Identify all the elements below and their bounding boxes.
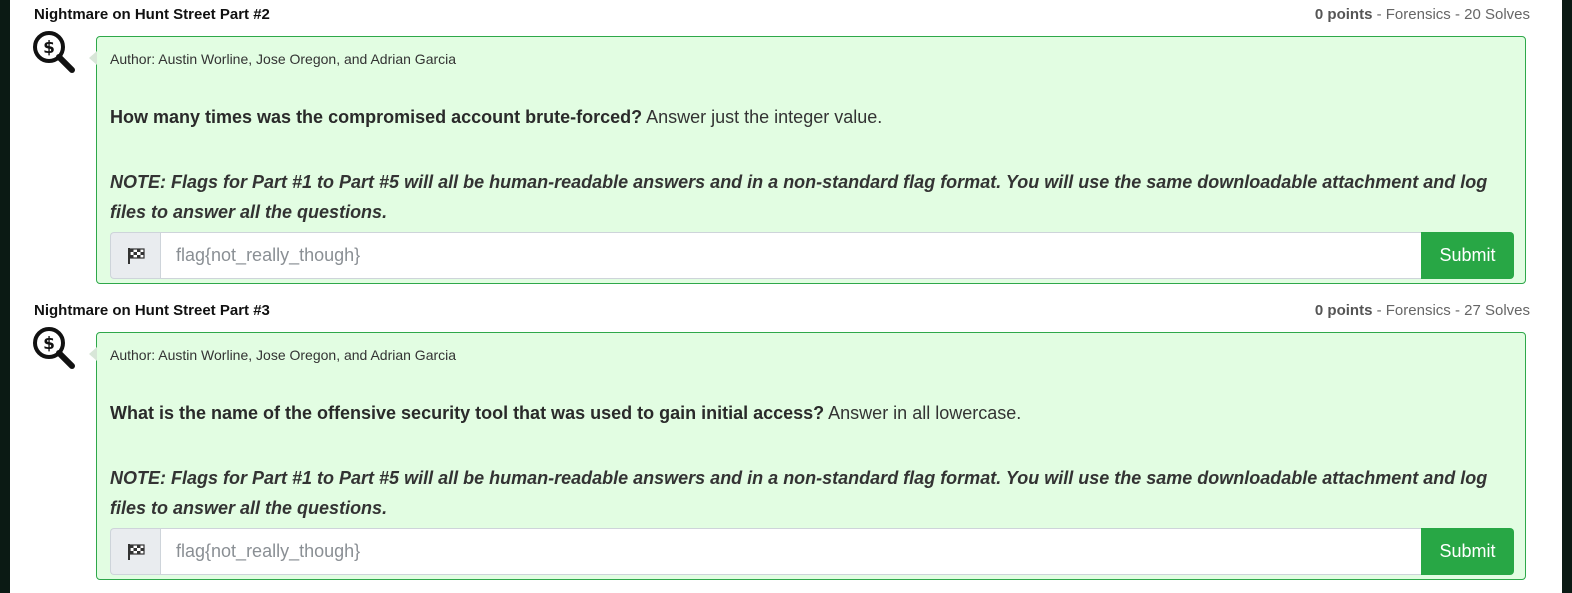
challenge-meta: 0 points - Forensics - 27 Solves: [1315, 302, 1530, 319]
submit-button[interactable]: Submit: [1421, 232, 1514, 279]
magnifier-dollar-icon: $: [32, 326, 76, 370]
challenge-question: What is the name of the offensive securi…: [110, 403, 1505, 424]
question-bold-text: How many times was the compromised accou…: [110, 107, 643, 127]
challenge-card: Author: Austin Worline, Jose Oregon, and…: [89, 332, 1526, 580]
challenge-list: Nightmare on Hunt Street Part #2 0 point…: [10, 0, 1562, 593]
flag-submit-form: Submit: [110, 232, 1515, 279]
flag-input[interactable]: [160, 232, 1422, 279]
challenge-meta: 0 points - Forensics - 20 Solves: [1315, 6, 1530, 23]
challenge-header: Nightmare on Hunt Street Part #3 0 point…: [34, 302, 1530, 324]
challenge-question: How many times was the compromised accou…: [110, 107, 1505, 128]
challenge-header: Nightmare on Hunt Street Part #2 0 point…: [34, 6, 1530, 28]
flag-submit-form: Submit: [110, 528, 1515, 575]
question-bold-text: What is the name of the offensive securi…: [110, 403, 825, 423]
challenge-note: NOTE: Flags for Part #1 to Part #5 will …: [110, 468, 1488, 518]
magnifier-dollar-icon: $: [32, 30, 76, 74]
challenge-card: Author: Austin Worline, Jose Oregon, and…: [89, 36, 1526, 284]
challenge-category-solves: - Forensics - 20 Solves: [1372, 6, 1530, 23]
challenge-author: Author: Austin Worline, Jose Oregon, and…: [110, 347, 457, 363]
checkered-flag-icon: [110, 528, 160, 575]
svg-text:$: $: [43, 334, 55, 354]
challenge-points: 0 points: [1314, 302, 1373, 319]
challenge-author: Author: Austin Worline, Jose Oregon, and…: [110, 51, 457, 67]
svg-text:$: $: [43, 38, 55, 58]
question-instruction: Answer just the integer value.: [642, 107, 883, 127]
challenge-category-solves: - Forensics - 27 Solves: [1372, 302, 1530, 319]
challenge-points: 0 points: [1314, 6, 1373, 23]
question-instruction: Answer in all lowercase.: [824, 403, 1022, 423]
checkered-flag-icon: [110, 232, 160, 279]
challenge-title[interactable]: Nightmare on Hunt Street Part #3: [34, 302, 270, 319]
flag-input[interactable]: [160, 528, 1422, 575]
submit-button[interactable]: Submit: [1421, 528, 1514, 575]
challenge-title[interactable]: Nightmare on Hunt Street Part #2: [34, 6, 270, 23]
challenge-note: NOTE: Flags for Part #1 to Part #5 will …: [110, 172, 1488, 222]
